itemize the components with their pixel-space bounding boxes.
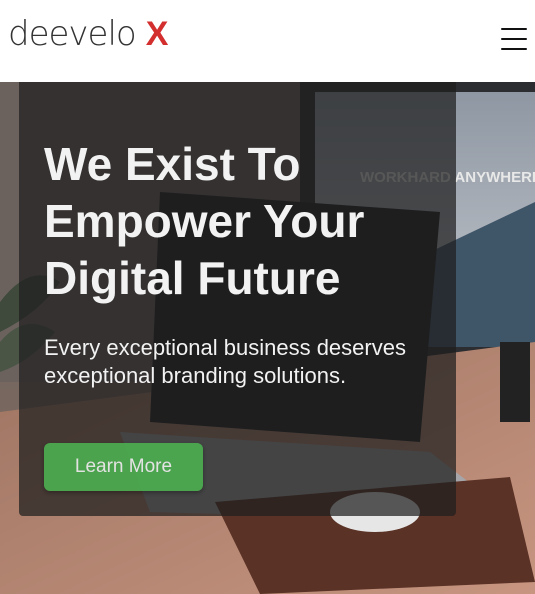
hero-headline: We Exist To Empower Your Digital Future bbox=[44, 138, 365, 304]
learn-more-button[interactable]: Learn More bbox=[44, 443, 203, 491]
logo-x-mark: X bbox=[145, 15, 169, 53]
logo-wordmark: deevelo bbox=[8, 14, 137, 54]
hero-subtext: Every exceptional business deserves exce… bbox=[44, 335, 406, 388]
logo[interactable]: deevelo X bbox=[8, 14, 168, 54]
site-header: deevelo X bbox=[0, 0, 535, 82]
hamburger-menu-button[interactable] bbox=[501, 24, 527, 54]
hero-section: WORKHARD ANYWHERE We Exist To Empower Yo… bbox=[0, 82, 535, 594]
hamburger-icon-bar bbox=[501, 48, 527, 50]
hamburger-icon bbox=[501, 28, 527, 30]
hamburger-icon-bar bbox=[501, 38, 527, 40]
